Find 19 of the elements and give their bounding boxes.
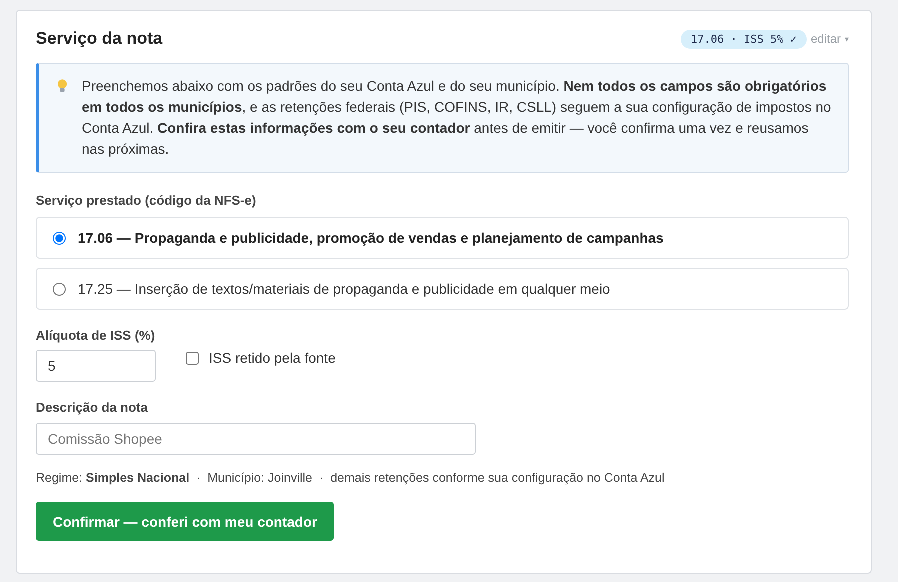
field-label: Alíquota de ISS (%)	[36, 328, 156, 343]
checkbox-label: ISS retido pela fonte	[209, 350, 336, 366]
option-label: 17.25 — Inserção de textos/materiais de propaganda e publicidade em qualquer meio	[78, 281, 610, 297]
status-badge: 17.06 · ISS 5% ✓	[681, 30, 807, 48]
input-field[interactable]: Comissão Shopee	[36, 423, 476, 455]
confirm-button[interactable]: Confirmar — conferi com meu contador	[36, 502, 334, 541]
lightbulb-icon	[57, 79, 68, 94]
input-field[interactable]: 5	[36, 350, 156, 382]
service-option[interactable]: 17.25 — Inserção de textos/materiais de propaganda e publicidade em qualquer meio	[36, 268, 849, 310]
service-option[interactable]: 17.06 — Propaganda e publicidade, promoção de vendas e planejamento de campanhas	[36, 217, 849, 259]
summary-text: Regime: Simples Nacional · Município: Joinville · demais retenções conforme sua configuração no Conta Azul	[36, 471, 666, 485]
info-text: Preenchemos abaixo com os padrões do seu Conta Azul e do seu município. Nem todos os campos são obrigatórios em todos os municípios, e as retenções federais (PIS, COFINS, IR, CSLL) seguem a sua configuração de impostos no Conta Azul. Confira estas informações com o seu contador antes de emitir — você confirma uma vez e reusamos nas próximas.	[82, 77, 832, 159]
radio-button[interactable]	[53, 232, 66, 244]
checkbox[interactable]	[186, 352, 199, 364]
field-label: Serviço prestado (código da NFS-e)	[36, 193, 258, 208]
option-label: 17.06 — Propaganda e publicidade, promoção de vendas e planejamento de campanhas	[78, 230, 664, 246]
field-label: Descrição da nota	[36, 400, 149, 415]
card-title: Serviço da nota	[36, 29, 163, 49]
radio-button[interactable]	[53, 282, 66, 296]
